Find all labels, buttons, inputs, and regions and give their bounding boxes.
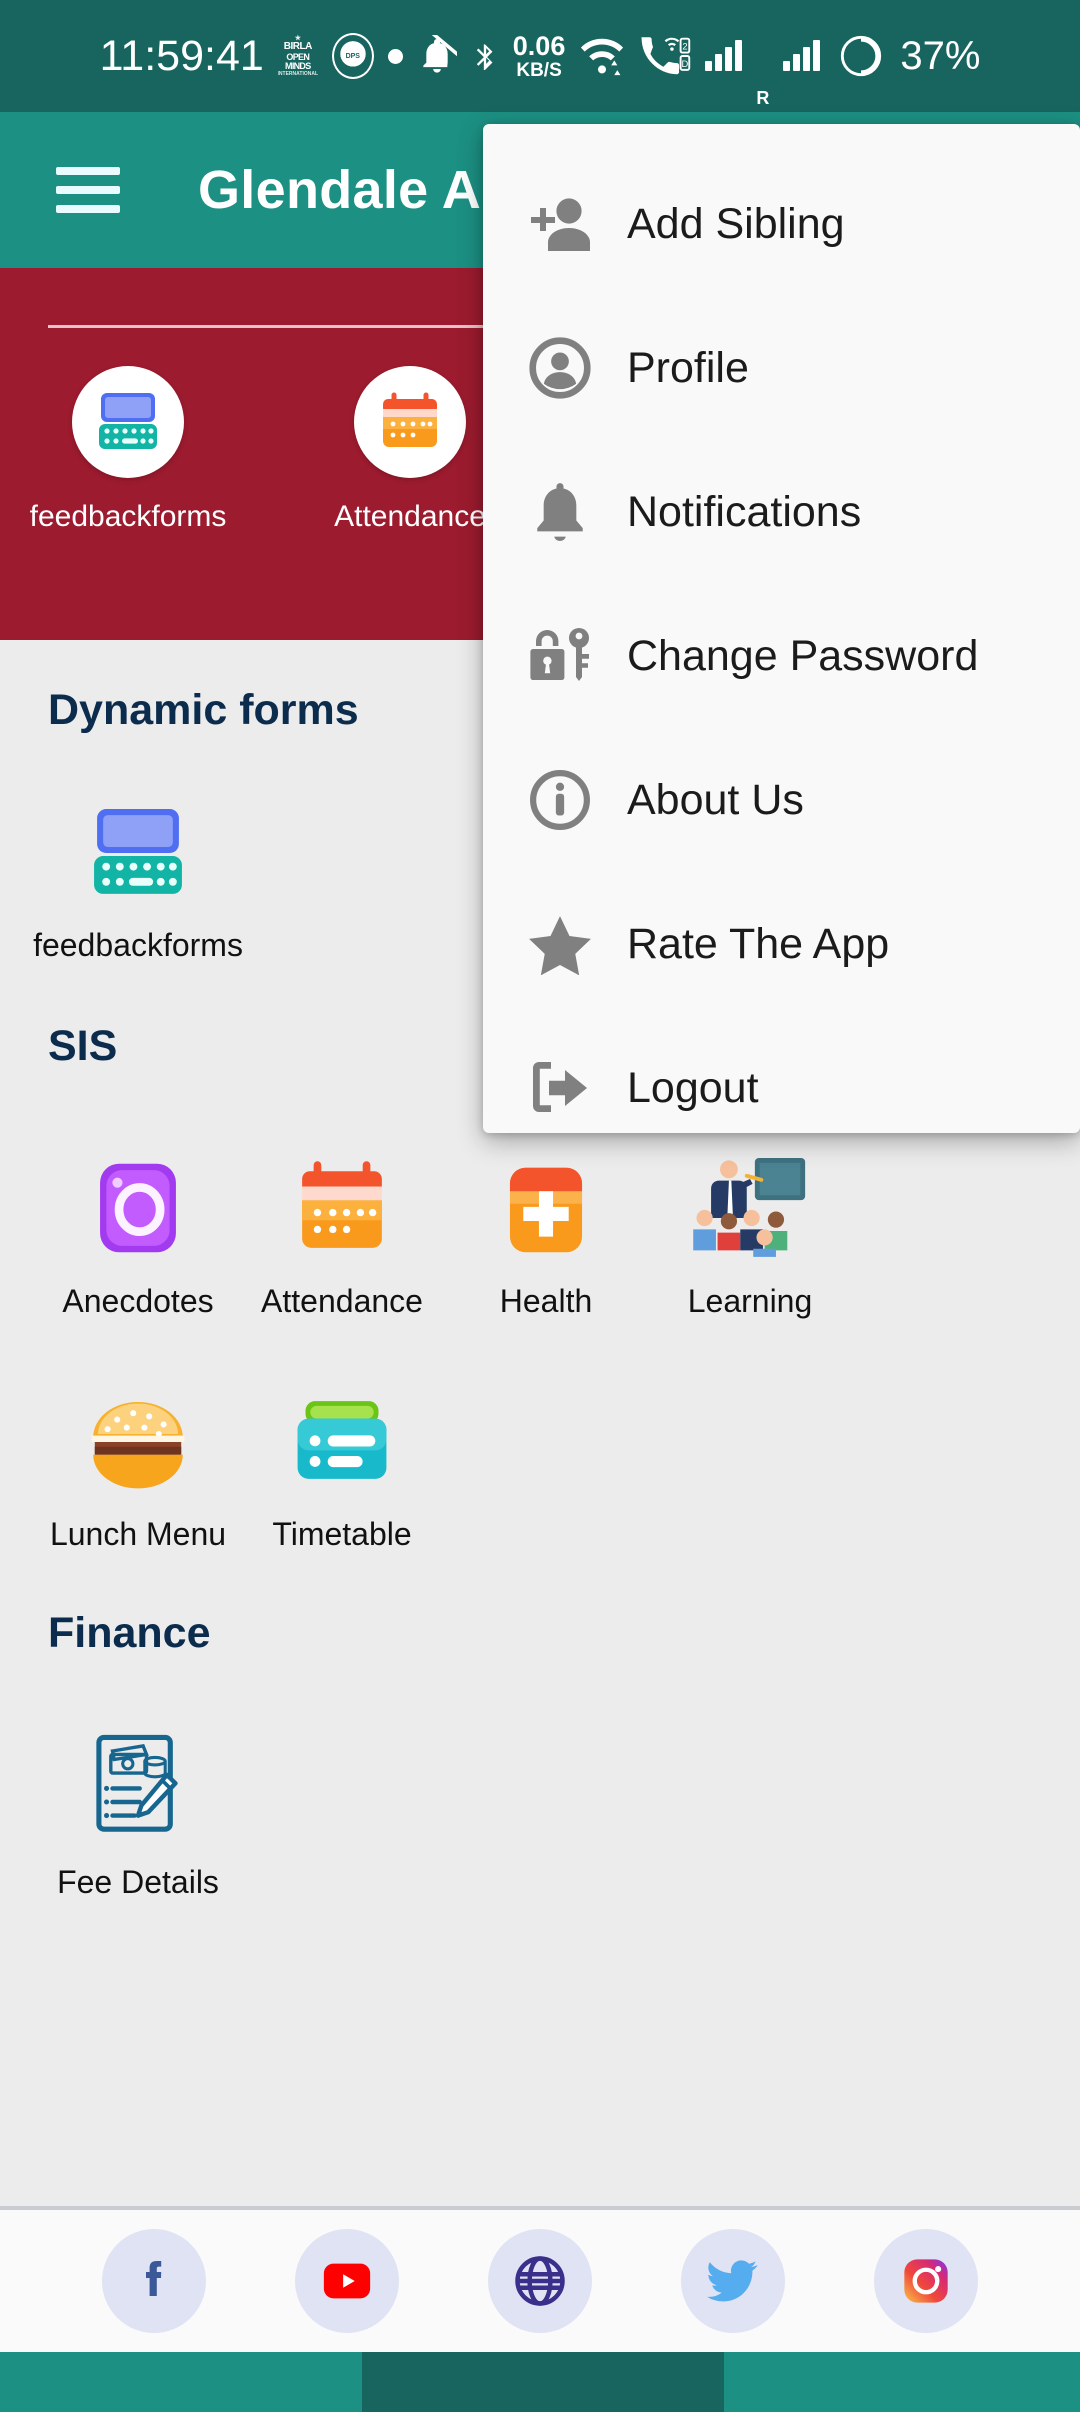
network-speed-unit: KB/S — [516, 59, 562, 81]
website-icon[interactable] — [487, 2229, 592, 2333]
tile-label: feedbackforms — [33, 927, 243, 963]
star-icon — [521, 905, 599, 983]
battery-percent: 37% — [900, 33, 981, 78]
menu-item-label: Notifications — [627, 487, 862, 536]
add-person-icon — [521, 185, 599, 263]
nav-back-area[interactable] — [0, 2352, 362, 2412]
network-speed-value: 0.06 — [512, 30, 566, 61]
tile-timetable[interactable]: Timetable — [240, 1374, 444, 1553]
menu-item-change-password[interactable]: Change Password — [483, 584, 1080, 728]
roaming-indicator: R — [756, 88, 770, 108]
menu-item-label: Add Sibling — [627, 199, 845, 248]
school-logo-icon: ★ BIRLA OPEN MINDS INTERNATIONAL — [277, 35, 318, 77]
tile-feedbackforms[interactable]: feedbackforms — [33, 785, 243, 964]
quick-tile-feedbackforms[interactable]: feedbackforms — [30, 366, 226, 534]
menu-item-rate-the-app[interactable]: Rate The App — [483, 872, 1080, 1016]
tile-label: Timetable — [272, 1516, 412, 1552]
logout-icon — [521, 1049, 599, 1127]
calendar-icon — [296, 1141, 388, 1257]
tile-attendance[interactable]: Attendance — [240, 1141, 444, 1320]
menu-item-profile[interactable]: Profile — [483, 296, 1080, 440]
menu-item-label: Change Password — [627, 631, 979, 680]
quick-tile-attendance[interactable]: Attendance — [324, 366, 496, 534]
status-bar: 11:59:41 ★ BIRLA OPEN MINDS INTERNATIONA… — [0, 0, 1080, 112]
info-icon — [521, 761, 599, 839]
tile-fee-details[interactable]: Fee Details — [36, 1722, 240, 1901]
tile-label: Fee Details — [57, 1864, 219, 1900]
call-wifi-icon: 2 D — [639, 34, 691, 78]
page-title: Glendale A — [198, 160, 482, 220]
svg-text:D: D — [682, 59, 689, 69]
tile-learning[interactable]: Learning — [648, 1141, 852, 1320]
menu-item-about-us[interactable]: About Us — [483, 728, 1080, 872]
status-time: 11:59:41 — [99, 31, 264, 80]
app-screen: 11:59:41 ★ BIRLA OPEN MINDS INTERNATIONA… — [0, 0, 1080, 2412]
battery-icon — [838, 33, 884, 79]
wifi-icon — [579, 33, 625, 79]
bell-icon — [521, 473, 599, 551]
instagram-icon[interactable] — [873, 2229, 978, 2333]
overflow-menu[interactable]: Add Sibling Profile Notifications Change… — [483, 124, 1080, 1133]
menu-item-logout[interactable]: Logout — [483, 1016, 1080, 1160]
youtube-icon[interactable] — [295, 2229, 400, 2333]
section-title-next-clipped — [48, 1961, 1080, 1969]
bluetooth-icon — [471, 35, 499, 77]
tile-health[interactable]: Health — [444, 1141, 648, 1320]
twitter-icon[interactable] — [680, 2229, 785, 2333]
menu-item-add-sibling[interactable]: Add Sibling — [483, 152, 1080, 296]
quick-tile-label: feedbackforms — [29, 500, 227, 533]
mute-bell-icon — [417, 35, 457, 77]
menu-item-label: Logout — [627, 1063, 759, 1112]
school-crest-icon: DPS — [331, 33, 374, 79]
sim1-signal-icon — [705, 40, 743, 71]
profile-icon — [521, 329, 599, 407]
hamburger-icon[interactable] — [56, 167, 120, 213]
quick-tile-label: Attendance — [334, 500, 486, 533]
menu-item-notifications[interactable]: Notifications — [483, 440, 1080, 584]
section-title-finance: Finance — [48, 1609, 211, 1657]
calendar-icon — [354, 366, 466, 478]
tile-label: Anecdotes — [62, 1283, 214, 1319]
menu-item-label: About Us — [627, 775, 804, 824]
tile-lunch-menu[interactable]: Lunch Menu — [36, 1374, 240, 1553]
svg-text:2: 2 — [683, 42, 688, 52]
tile-label: Attendance — [261, 1283, 423, 1319]
burger-icon — [88, 1374, 188, 1490]
system-navigation-bar — [0, 2352, 1080, 2412]
camera-icon — [92, 1141, 184, 1257]
menu-item-label: Profile — [627, 343, 749, 392]
feedback-form-icon — [72, 366, 184, 478]
nav-home-area[interactable] — [362, 2352, 724, 2412]
menu-item-label: Rate The App — [627, 919, 890, 968]
feedback-form-icon — [88, 785, 188, 901]
tile-label: Health — [499, 1283, 593, 1319]
tile-anecdotes[interactable]: Anecdotes — [36, 1141, 240, 1320]
tile-label: Lunch Menu — [49, 1516, 227, 1552]
dot-icon — [387, 48, 403, 64]
timetable-icon — [292, 1374, 392, 1490]
nav-recents-area[interactable] — [724, 2352, 1080, 2412]
crest-label: DPS — [345, 52, 360, 60]
tile-label: Learning — [687, 1283, 813, 1319]
lock-key-icon — [521, 617, 599, 695]
social-bar — [0, 2210, 1080, 2352]
facebook-icon[interactable] — [102, 2229, 207, 2333]
fee-document-icon — [87, 1722, 189, 1838]
network-speed-icon: 0.06 KB/S — [512, 30, 566, 81]
sim2-signal-icon — [783, 40, 821, 71]
